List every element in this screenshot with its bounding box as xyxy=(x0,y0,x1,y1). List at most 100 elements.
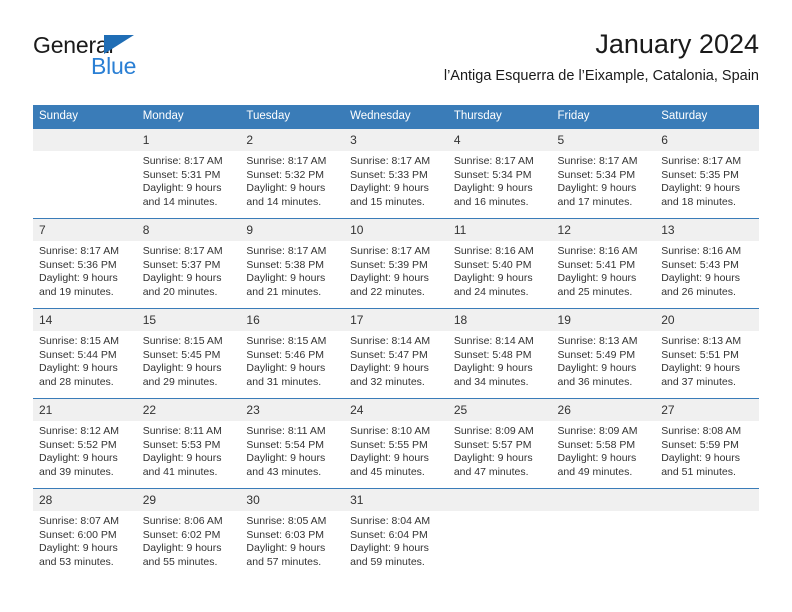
calendar-day-cell[interactable]: 30 Sunrise: 8:05 AM Sunset: 6:03 PM Dayligh… xyxy=(240,488,345,578)
calendar-day-cell[interactable]: 5 Sunrise: 8:17 AM Sunset: 5:34 PM Daylight… xyxy=(551,128,656,219)
day-number: 15 xyxy=(136,309,241,331)
calendar-day-cell[interactable]: 17 Sunrise: 8:14 AM Sunset: 5:47 PM Dayligh… xyxy=(344,308,448,399)
day-details xyxy=(448,511,552,515)
day-detail-line: Sunset: 5:54 PM xyxy=(246,438,325,451)
day-detail-line: Sunset: 5:39 PM xyxy=(350,258,428,271)
day-details: Sunrise: 8:11 AM Sunset: 5:54 PM Daylight:… xyxy=(240,421,344,479)
day-details: Sunrise: 8:17 AM Sunset: 5:34 PM Daylight:… xyxy=(552,151,656,209)
weekday-header-friday: Friday xyxy=(551,105,656,129)
calendar-day-cell[interactable]: 11 Sunrise: 8:16 AM Sunset: 5:40 PM Dayligh… xyxy=(447,218,552,309)
calendar-day-cell[interactable]: 14 Sunrise: 8:15 AM Sunset: 5:44 PM Dayligh… xyxy=(33,308,137,399)
calendar-day-cell[interactable]: 28 Sunrise: 8:07 AM Sunset: 6:00 PM Dayligh… xyxy=(33,488,137,578)
day-detail-line: Sunrise: 8:13 AM xyxy=(661,335,742,347)
calendar-day-cell[interactable]: 6 Sunrise: 8:17 AM Sunset: 5:35 PM Daylight… xyxy=(655,128,759,219)
calendar-day-cell[interactable]: 1 Sunrise: 8:17 AM Sunset: 5:31 PM Daylight… xyxy=(136,128,241,219)
day-details: Sunrise: 8:08 AM Sunset: 5:59 PM Daylight:… xyxy=(655,421,759,479)
day-number: 17 xyxy=(344,309,448,331)
calendar-day-cell[interactable]: 27 Sunrise: 8:08 AM Sunset: 5:59 PM Dayligh… xyxy=(655,398,759,489)
day-detail-line: Sunrise: 8:17 AM xyxy=(246,155,327,167)
day-detail-line: Sunset: 5:47 PM xyxy=(350,348,428,361)
day-detail-line: and 31 minutes. xyxy=(246,375,322,388)
calendar-day-cell[interactable]: 4 Sunrise: 8:17 AM Sunset: 5:34 PM Daylight… xyxy=(447,128,552,219)
calendar-week-row: 7 Sunrise: 8:17 AM Sunset: 5:36 PM Daylight… xyxy=(33,218,759,309)
day-detail-line: Daylight: 9 hours xyxy=(246,542,326,555)
day-detail-line: and 55 minutes. xyxy=(142,555,218,568)
calendar-day-cell[interactable]: 3 Sunrise: 8:17 AM Sunset: 5:33 PM Daylight… xyxy=(344,128,448,219)
day-detail-line: Sunrise: 8:17 AM xyxy=(350,245,431,257)
day-details: Sunrise: 8:12 AM Sunset: 5:52 PM Daylight:… xyxy=(33,421,137,479)
day-detail-line: Sunrise: 8:17 AM xyxy=(453,155,534,167)
day-detail-line: Sunset: 5:51 PM xyxy=(661,348,739,361)
day-detail-line: Sunrise: 8:17 AM xyxy=(142,245,223,257)
day-detail-line: Sunset: 5:33 PM xyxy=(350,168,428,181)
day-detail-line: Daylight: 9 hours xyxy=(350,452,429,465)
day-detail-line: Sunrise: 8:09 AM xyxy=(557,425,638,437)
day-number: 3 xyxy=(344,129,448,151)
day-details: Sunrise: 8:16 AM Sunset: 5:40 PM Daylight:… xyxy=(448,241,552,299)
day-details: Sunrise: 8:07 AM Sunset: 6:00 PM Daylight:… xyxy=(33,511,137,569)
day-detail-line: Daylight: 9 hours xyxy=(661,182,741,195)
calendar-day-cell[interactable]: 10 Sunrise: 8:17 AM Sunset: 5:39 PM Dayligh… xyxy=(344,218,448,309)
calendar-day-cell[interactable]: 23 Sunrise: 8:11 AM Sunset: 5:54 PM Dayligh… xyxy=(240,398,345,489)
day-detail-line: Sunset: 5:59 PM xyxy=(661,438,739,451)
day-detail-line: Daylight: 9 hours xyxy=(661,452,741,465)
day-detail-line: Sunrise: 8:17 AM xyxy=(39,245,119,257)
day-detail-line: Sunrise: 8:17 AM xyxy=(142,155,223,167)
day-details: Sunrise: 8:17 AM Sunset: 5:38 PM Daylight:… xyxy=(240,241,344,299)
day-number: 16 xyxy=(240,309,345,331)
day-details: Sunrise: 8:09 AM Sunset: 5:57 PM Daylight:… xyxy=(448,421,552,479)
day-number xyxy=(447,489,552,511)
day-number xyxy=(551,489,656,511)
calendar-day-cell[interactable]: 24 Sunrise: 8:10 AM Sunset: 5:55 PM Dayligh… xyxy=(344,398,448,489)
calendar-day-cell[interactable]: 13 Sunrise: 8:16 AM Sunset: 5:43 PM Dayligh… xyxy=(655,218,759,309)
calendar-day-cell[interactable]: 26 Sunrise: 8:09 AM Sunset: 5:58 PM Dayligh… xyxy=(551,398,656,489)
day-details: Sunrise: 8:06 AM Sunset: 6:02 PM Daylight:… xyxy=(137,511,241,569)
calendar-day-cell[interactable]: 8 Sunrise: 8:17 AM Sunset: 5:37 PM Daylight… xyxy=(136,218,241,309)
day-number: 13 xyxy=(655,219,759,241)
day-details: Sunrise: 8:13 AM Sunset: 5:51 PM Daylight:… xyxy=(655,331,759,389)
day-detail-line: Daylight: 9 hours xyxy=(142,452,222,465)
day-detail-line: Sunrise: 8:12 AM xyxy=(39,425,119,437)
calendar-day-cell[interactable]: 7 Sunrise: 8:17 AM Sunset: 5:36 PM Daylight… xyxy=(33,218,137,309)
day-detail-line: Sunrise: 8:13 AM xyxy=(557,335,638,347)
day-details: Sunrise: 8:17 AM Sunset: 5:35 PM Daylight:… xyxy=(655,151,759,209)
page-subtitle: l’Antiga Esquerra de l’Eixample, Catalon… xyxy=(443,68,759,84)
calendar-day-cell[interactable]: 2 Sunrise: 8:17 AM Sunset: 5:32 PM Daylight… xyxy=(240,128,345,219)
day-detail-line: Sunset: 5:46 PM xyxy=(246,348,325,361)
day-detail-line: and 14 minutes. xyxy=(142,195,218,208)
day-number: 25 xyxy=(447,399,552,421)
day-number: 21 xyxy=(33,399,137,421)
calendar-week-row: 28 Sunrise: 8:07 AM Sunset: 6:00 PM Dayligh… xyxy=(33,488,759,578)
day-number: 11 xyxy=(447,219,552,241)
day-number: 10 xyxy=(344,219,448,241)
calendar-day-cell[interactable]: 9 Sunrise: 8:17 AM Sunset: 5:38 PM Daylight… xyxy=(240,218,345,309)
calendar-week-row: 14 Sunrise: 8:15 AM Sunset: 5:44 PM Dayligh… xyxy=(33,308,759,399)
calendar-day-cell[interactable]: 18 Sunrise: 8:14 AM Sunset: 5:48 PM Dayligh… xyxy=(447,308,552,399)
calendar-day-cell[interactable]: 15 Sunrise: 8:15 AM Sunset: 5:45 PM Dayligh… xyxy=(136,308,241,399)
calendar-day-cell[interactable]: 12 Sunrise: 8:16 AM Sunset: 5:41 PM Dayligh… xyxy=(551,218,656,309)
calendar-day-cell[interactable]: 22 Sunrise: 8:11 AM Sunset: 5:53 PM Dayligh… xyxy=(136,398,241,489)
calendar-day-cell[interactable]: 25 Sunrise: 8:09 AM Sunset: 5:57 PM Dayligh… xyxy=(447,398,552,489)
day-detail-line: Sunset: 5:34 PM xyxy=(453,168,532,181)
calendar-day-cell[interactable]: 16 Sunrise: 8:15 AM Sunset: 5:46 PM Dayligh… xyxy=(240,308,345,399)
day-detail-line: Daylight: 9 hours xyxy=(142,542,222,555)
day-detail-line: Sunrise: 8:17 AM xyxy=(557,155,638,167)
calendar-day-cell[interactable]: 31 Sunrise: 8:04 AM Sunset: 6:04 PM Dayligh… xyxy=(344,488,448,578)
day-detail-line: Sunset: 5:57 PM xyxy=(453,438,532,451)
day-detail-line: and 32 minutes. xyxy=(350,375,425,388)
general-blue-logo: General Blue xyxy=(33,32,203,88)
weekday-header-row: Sunday Monday Tuesday Wednesday Thursday Frid… xyxy=(33,105,759,129)
day-details xyxy=(33,151,137,155)
calendar-day-cell[interactable]: 19 Sunrise: 8:13 AM Sunset: 5:49 PM Dayligh… xyxy=(551,308,656,399)
day-detail-line: Sunrise: 8:05 AM xyxy=(246,515,327,527)
day-number: 2 xyxy=(240,129,345,151)
day-detail-line: Sunset: 5:43 PM xyxy=(661,258,739,271)
day-details xyxy=(552,511,656,515)
day-detail-line: Sunset: 6:02 PM xyxy=(142,528,221,541)
day-detail-line: and 53 minutes. xyxy=(39,555,114,568)
calendar-day-cell[interactable]: 29 Sunrise: 8:06 AM Sunset: 6:02 PM Dayligh… xyxy=(136,488,241,578)
calendar-day-cell[interactable]: 21 Sunrise: 8:12 AM Sunset: 5:52 PM Dayligh… xyxy=(33,398,137,489)
calendar-day-cell[interactable]: 20 Sunrise: 8:13 AM Sunset: 5:51 PM Dayligh… xyxy=(655,308,759,399)
day-detail-line: Daylight: 9 hours xyxy=(246,182,326,195)
day-detail-line: Sunset: 6:03 PM xyxy=(246,528,325,541)
